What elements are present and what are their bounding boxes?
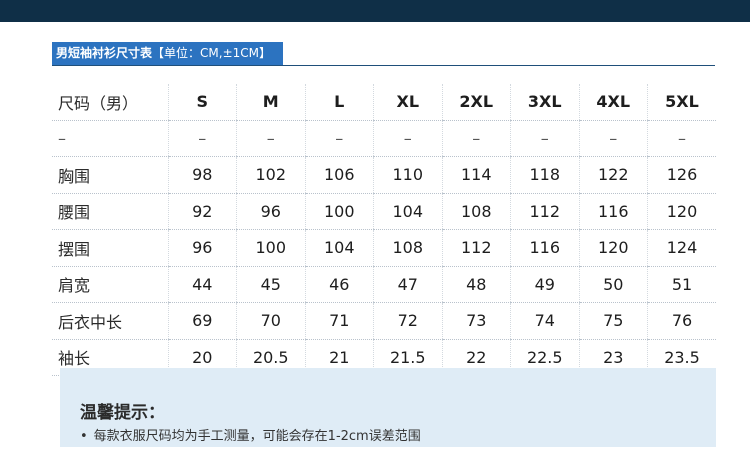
size-chart-name: 男短袖衬衫尺寸表 — [56, 46, 153, 60]
row-label: 腰围 — [52, 193, 168, 230]
table-cell: 124 — [647, 229, 716, 267]
table-cell: 100 — [236, 229, 305, 267]
table-cell: 69 — [167, 302, 237, 340]
table-cell: 108 — [441, 193, 511, 230]
table-cell: – — [167, 120, 237, 157]
table-cell: 112 — [510, 193, 579, 230]
table-cell: 96 — [167, 229, 237, 267]
table-cell: 44 — [167, 266, 237, 303]
tips-item-text: 每款衣服尺码均为手工测量，可能会存在1-2cm误差范围 — [93, 429, 421, 444]
row-label: 肩宽 — [52, 266, 168, 303]
size-header-cell: 3XL — [510, 84, 579, 121]
table-row: 胸围 98 102 106 110 114 118 122 126 — [52, 156, 716, 194]
tips-item: • 每款衣服尺码均为手工测量，可能会存在1-2cm误差范围 — [80, 425, 421, 444]
size-header-label: 尺码（男） — [52, 84, 168, 121]
size-header-cell: 4XL — [578, 84, 648, 121]
table-cell: 118 — [510, 156, 579, 194]
table-cell: 92 — [167, 193, 237, 230]
table-cell: 50 — [578, 266, 648, 303]
row-label: 摆围 — [52, 229, 168, 267]
table-cell: 75 — [578, 302, 648, 340]
table-cell: 98 — [167, 156, 237, 194]
table-cell: 116 — [510, 229, 579, 267]
table-cell: 46 — [304, 266, 374, 303]
table-cell: 120 — [578, 229, 648, 267]
size-header-row: 尺码（男） S M L XL 2XL 3XL 4XL 5XL — [52, 84, 716, 121]
title-divider — [52, 65, 715, 66]
table-cell: 102 — [236, 156, 305, 194]
table-cell: 110 — [373, 156, 442, 194]
size-chart-unit: 【单位：CM,±1CM】 — [152, 46, 271, 60]
table-cell: – — [304, 120, 374, 157]
table-cell: 48 — [441, 266, 511, 303]
size-header-cell: 5XL — [647, 84, 716, 121]
size-table: 尺码（男） S M L XL 2XL 3XL 4XL 5XL – – – – – – – – –… — [52, 84, 716, 376]
table-cell: 47 — [373, 266, 442, 303]
table-cell: – — [510, 120, 579, 157]
table-cell: 70 — [236, 302, 305, 340]
table-row: 后衣中长 69 70 71 72 73 74 75 76 — [52, 302, 716, 340]
header-band — [0, 0, 750, 22]
table-cell: 104 — [304, 229, 374, 267]
table-cell: 104 — [373, 193, 442, 230]
row-label: 胸围 — [52, 156, 168, 194]
tips-title: 温馨提示： — [80, 403, 165, 423]
size-header-cell: 2XL — [441, 84, 511, 121]
row-label: – — [52, 120, 168, 157]
table-row: – – – – – – – – – — [52, 120, 716, 157]
table-cell: 73 — [441, 302, 511, 340]
row-label: 后衣中长 — [52, 302, 168, 340]
table-cell: 74 — [510, 302, 579, 340]
table-cell: 108 — [373, 229, 442, 267]
table-cell: 71 — [304, 302, 374, 340]
table-cell: 112 — [441, 229, 511, 267]
size-header-cell: XL — [373, 84, 442, 121]
size-header-cell: L — [304, 84, 374, 121]
tips-box: 温馨提示： • 每款衣服尺码均为手工测量，可能会存在1-2cm误差范围 — [60, 368, 716, 447]
table-cell: 72 — [373, 302, 442, 340]
table-cell: 96 — [236, 193, 305, 230]
table-cell: 51 — [647, 266, 716, 303]
table-cell: – — [647, 120, 716, 157]
size-header-cell: M — [236, 84, 305, 121]
table-cell: 116 — [578, 193, 648, 230]
table-cell: 126 — [647, 156, 716, 194]
table-cell: – — [578, 120, 648, 157]
table-cell: – — [373, 120, 442, 157]
table-cell: 122 — [578, 156, 648, 194]
table-cell: 76 — [647, 302, 716, 340]
table-cell: 45 — [236, 266, 305, 303]
table-cell: – — [441, 120, 511, 157]
bullet-icon: • — [80, 429, 88, 444]
size-header-cell: S — [167, 84, 237, 121]
size-chart-title: 男短袖衬衫尺寸表【单位：CM,±1CM】 — [52, 42, 283, 65]
table-row: 摆围 96 100 104 108 112 116 120 124 — [52, 229, 716, 267]
table-cell: 120 — [647, 193, 716, 230]
table-cell: 114 — [441, 156, 511, 194]
table-row: 腰围 92 96 100 104 108 112 116 120 — [52, 193, 716, 230]
table-row: 肩宽 44 45 46 47 48 49 50 51 — [52, 266, 716, 303]
table-cell: 106 — [304, 156, 374, 194]
table-cell: 100 — [304, 193, 374, 230]
table-cell: – — [236, 120, 305, 157]
table-cell: 49 — [510, 266, 579, 303]
